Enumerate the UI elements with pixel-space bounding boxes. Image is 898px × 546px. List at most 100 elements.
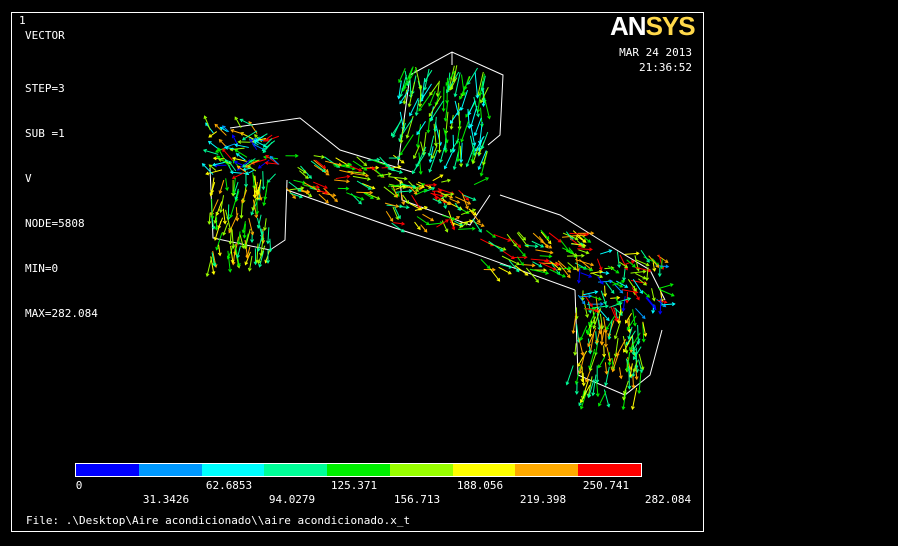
velocity-arrow — [635, 272, 646, 280]
velocity-arrow — [422, 213, 434, 222]
velocity-arrow — [229, 197, 237, 218]
velocity-arrow — [452, 134, 455, 152]
velocity-arrow — [631, 387, 638, 410]
velocity-arrow — [232, 172, 245, 179]
velocity-arrow — [628, 367, 630, 389]
velocity-arrow — [625, 313, 633, 324]
legend-band-7 — [452, 464, 516, 476]
legend-band-9 — [578, 464, 642, 476]
velocity-arrow — [632, 375, 635, 388]
legend-band-1 — [76, 464, 139, 476]
velocity-arrow — [267, 227, 270, 244]
legend-band-6 — [389, 464, 453, 476]
velocity-arrow — [424, 68, 430, 90]
velocity-arrow — [254, 175, 257, 193]
legend-label: 188.056 — [456, 479, 504, 492]
velocity-arrow — [392, 118, 403, 138]
velocity-arrow — [481, 131, 489, 149]
color-legend-bar — [75, 463, 642, 477]
velocity-arrow — [598, 280, 613, 283]
velocity-arrow — [457, 141, 461, 162]
velocity-arrow — [231, 229, 234, 249]
velocity-arrow — [488, 242, 506, 251]
velocity-arrow — [607, 265, 619, 274]
velocity-arrow — [635, 307, 646, 319]
velocity-arrow — [480, 238, 494, 247]
velocity-arrow — [346, 192, 364, 201]
velocity-arrow — [598, 356, 606, 368]
velocity-arrow — [253, 185, 256, 198]
velocity-arrow — [398, 68, 406, 83]
legend-label: 282.084 — [644, 493, 692, 506]
velocity-arrow — [470, 105, 478, 128]
legend-band-3 — [201, 464, 265, 476]
velocity-arrow — [256, 243, 259, 263]
legend-label: 31.3426 — [142, 493, 190, 506]
velocity-arrow — [262, 171, 264, 190]
legend-label: 94.0279 — [268, 493, 316, 506]
velocity-arrow — [468, 100, 476, 116]
velocity-arrow — [473, 177, 489, 186]
velocity-arrow — [640, 249, 650, 263]
velocity-arrow — [267, 173, 276, 183]
velocity-arrow — [388, 176, 407, 180]
legend-label: 250.741 — [582, 479, 630, 492]
velocity-arrow — [413, 145, 420, 159]
legend-band-2 — [138, 464, 202, 476]
velocity-arrow — [416, 121, 426, 135]
legend-band-8 — [515, 464, 579, 476]
velocity-arrow — [532, 232, 544, 243]
velocity-arrow — [582, 372, 585, 386]
velocity-arrow — [598, 391, 607, 407]
velocity-arrow — [420, 224, 428, 233]
velocity-arrow — [356, 180, 372, 190]
velocity-arrow — [417, 124, 422, 148]
velocity-arrow — [628, 318, 631, 333]
velocity-arrow — [444, 151, 454, 169]
velocity-arrow — [352, 175, 371, 180]
velocity-arrow — [206, 257, 213, 277]
velocity-arrow — [605, 282, 615, 294]
velocity-arrow — [592, 374, 597, 396]
velocity-arrow — [566, 365, 574, 385]
velocity-arrow — [480, 258, 491, 269]
velocity-arrow — [460, 142, 463, 163]
velocity-arrow — [385, 210, 394, 222]
velocity-arrow — [227, 204, 230, 220]
velocity-arrow — [614, 321, 622, 339]
velocity-arrow — [391, 121, 402, 136]
velocity-arrow — [540, 229, 550, 240]
velocity-arrow — [474, 117, 482, 136]
velocity-arrow — [356, 191, 373, 194]
velocity-arrow — [208, 141, 219, 149]
velocity-arrow — [638, 353, 644, 370]
velocity-arrow — [530, 258, 549, 262]
velocity-arrow — [575, 365, 581, 385]
velocity-arrow — [577, 248, 592, 250]
velocity-arrow — [578, 337, 584, 356]
velocity-arrow — [460, 120, 469, 142]
velocity-arrow — [516, 232, 529, 248]
legend-band-5 — [327, 464, 390, 476]
velocity-vectors — [201, 65, 676, 411]
velocity-arrow — [458, 228, 475, 230]
legend-label: 125.371 — [330, 479, 378, 492]
velocity-arrow — [535, 249, 553, 254]
legend-label: 0 — [75, 479, 83, 492]
legend-band-4 — [264, 464, 328, 476]
velocity-arrow — [486, 230, 496, 238]
velocity-arrow — [658, 283, 673, 290]
legend-label: 156.713 — [393, 493, 441, 506]
velocity-arrow — [459, 86, 466, 100]
velocity-arrow — [432, 174, 443, 182]
velocity-arrow — [269, 238, 272, 252]
legend-label: 219.398 — [519, 493, 567, 506]
velocity-arrow — [642, 290, 650, 298]
file-path: File: .\Desktop\Aire acondicionado\\aire… — [26, 514, 411, 527]
velocity-arrow — [549, 268, 566, 278]
velocity-arrow — [580, 325, 588, 341]
velocity-arrow — [416, 216, 430, 225]
velocity-arrow — [234, 116, 242, 128]
velocity-arrow — [514, 265, 528, 276]
legend-label: 62.6853 — [205, 479, 253, 492]
